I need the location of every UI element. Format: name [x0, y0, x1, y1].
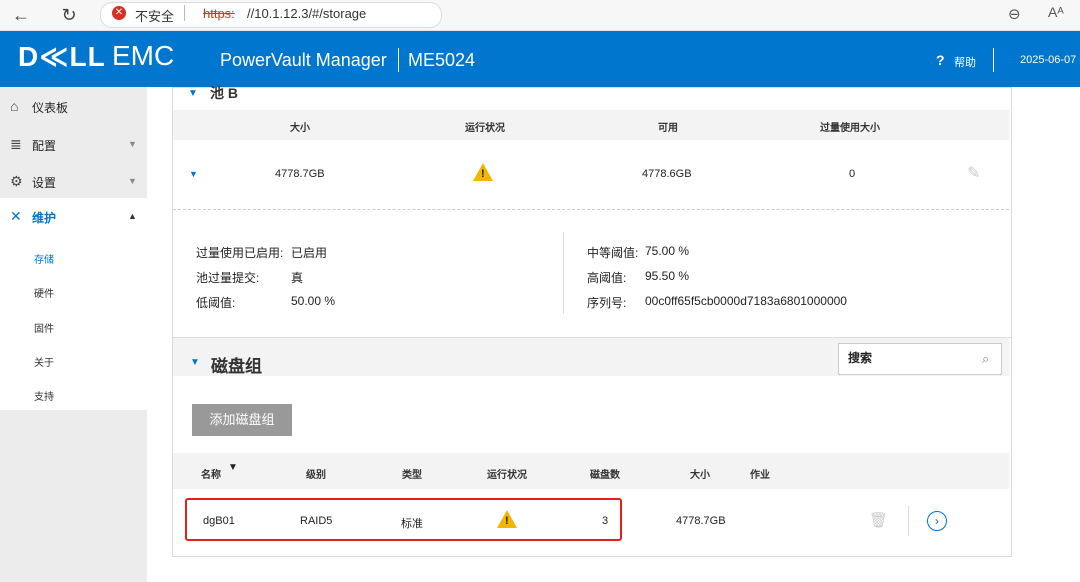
app-title: PowerVault Manager [220, 50, 387, 70]
detail-label: 过量使用已启用: [196, 246, 284, 260]
col-available: 可用 [658, 123, 678, 134]
pool-detail-divider [173, 209, 1009, 210]
sidebar-item-provisioning[interactable]: 配置 [32, 137, 56, 154]
collapse-caret-icon[interactable]: ▼ [190, 357, 200, 368]
logo-emc: EMC [112, 40, 175, 71]
pool-overcommit-size: 0 [849, 168, 856, 180]
add-diskgroup-button[interactable]: 添加磁盘组 [192, 404, 292, 436]
col-size: 大小 [290, 123, 310, 134]
help-link[interactable]: 帮助 [954, 54, 976, 70]
detail-label: 池过量提交: [196, 271, 260, 285]
diskgroup-size: 4778.7GB [676, 515, 726, 527]
model-name: ME5024 [408, 50, 476, 70]
back-arrow-icon[interactable]: ← [10, 4, 32, 26]
pool-size: 4778.7GB [275, 168, 325, 180]
detail-value: 75.00 % [645, 244, 690, 258]
help-icon[interactable]: ? [936, 52, 945, 68]
sidebar-item-maintenance[interactable]: 维护 [32, 209, 56, 226]
detail-label: 低阈值: [196, 296, 236, 310]
pool-title: 池 B [210, 85, 238, 101]
detail-label: 序列号: [587, 296, 627, 310]
detail-label: 高阈值: [587, 271, 627, 285]
chevron-right-icon[interactable]: › [927, 511, 947, 531]
home-icon: ⌂ [10, 98, 19, 114]
action-divider [908, 506, 909, 536]
warning-icon: ! [473, 163, 493, 181]
sidebar-subitem-support[interactable]: 支持 [34, 388, 54, 403]
row-expand-caret-icon[interactable]: ▼ [189, 169, 198, 179]
sidebar-item-settings[interactable]: 设置 [32, 174, 56, 191]
detail-value: 已启用 [291, 246, 328, 260]
detail-divider [563, 232, 564, 314]
logo-dell: D≪LL [18, 41, 106, 72]
col-overcommit-size: 过量使用大小 [820, 123, 880, 134]
col-type[interactable]: 类型 [402, 466, 422, 481]
col-health: 运行状况 [465, 123, 505, 134]
chevron-down-icon[interactable]: ▼ [128, 139, 137, 149]
col-job[interactable]: 作业 [750, 466, 770, 481]
chevron-up-icon[interactable]: ▲ [128, 211, 137, 221]
sidebar-subitem-about[interactable]: 关于 [34, 354, 54, 369]
sidebar-item-dashboard[interactable]: 仪表板 [32, 99, 68, 116]
row-highlight-box [185, 498, 622, 541]
edit-pencil-icon[interactable]: ✎ [967, 163, 980, 183]
collapse-caret-icon[interactable]: ▼ [188, 88, 198, 99]
url-text[interactable]: //10.1.12.3/#/storage [247, 6, 366, 21]
col-level[interactable]: 级别 [306, 466, 326, 481]
sidebar-subitem-firmware[interactable]: 固件 [34, 320, 54, 335]
sidebar-subitem-storage[interactable]: 存储 [34, 251, 54, 266]
read-aloud-icon[interactable]: Aᴬ [1048, 4, 1064, 20]
url-protocol[interactable]: https: [203, 6, 235, 21]
detail-value: 50.00 % [291, 294, 336, 308]
sidebar-subitem-hardware[interactable]: 硬件 [34, 285, 54, 300]
sidebar-submenu [0, 198, 147, 410]
chevron-down-icon[interactable]: ▼ [128, 176, 137, 186]
gear-icon: ⚙ [10, 173, 23, 189]
header-divider [993, 48, 994, 72]
col-size[interactable]: 大小 [690, 466, 710, 481]
pool-available: 4778.6GB [642, 168, 692, 180]
col-name[interactable]: 名称 [201, 466, 221, 481]
detail-value: 95.50 % [645, 269, 690, 283]
detail-label: 中等阈值: [587, 246, 639, 260]
search-icon[interactable]: ⌕ [982, 351, 989, 367]
detail-value: 真 [291, 271, 304, 285]
url-divider [184, 5, 185, 21]
col-health[interactable]: 运行状况 [487, 466, 527, 481]
serial-number: 00c0ff65f5cb0000d7183a6801000000 [645, 294, 847, 308]
search-label[interactable]: 搜索 [848, 349, 872, 366]
database-icon: ≣ [10, 136, 22, 152]
col-disks[interactable]: 磁盘数 [590, 466, 620, 481]
sort-down-icon[interactable]: ▼ [228, 462, 238, 473]
zoom-out-icon[interactable]: ⊖ [1008, 5, 1021, 23]
tools-icon: ✕ [10, 208, 22, 224]
title-divider [398, 48, 399, 72]
not-secure-icon[interactable]: ✕ [112, 6, 126, 20]
trash-icon[interactable]: 🗑 [869, 511, 888, 529]
date-time: 2025-06-07 1 [1020, 54, 1080, 66]
diskgroup-title: 磁盘组 [211, 357, 262, 376]
reload-icon[interactable]: ↻ [58, 4, 80, 26]
security-label[interactable]: 不安全 [135, 6, 174, 25]
